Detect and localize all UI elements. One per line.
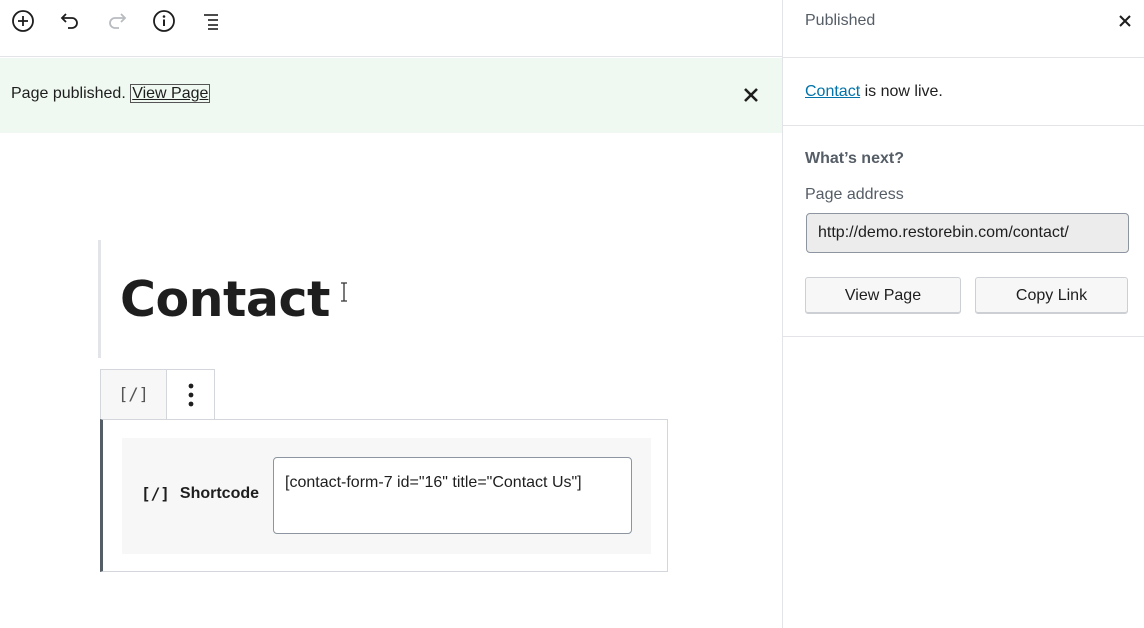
more-options-button[interactable] bbox=[167, 370, 214, 420]
redo-icon bbox=[109, 13, 127, 29]
live-page-link[interactable]: Contact bbox=[805, 83, 860, 100]
post-publish-panel: Published Contact is now live. What’s ne… bbox=[782, 0, 1144, 628]
close-icon bbox=[744, 88, 758, 102]
add-block-icon bbox=[12, 10, 34, 32]
block-type-button[interactable]: [/] bbox=[101, 370, 167, 420]
undo-button[interactable] bbox=[53, 6, 87, 36]
title-block-border bbox=[98, 240, 101, 358]
block-navigation-button[interactable] bbox=[194, 6, 228, 36]
block-toolbar: [/] bbox=[100, 369, 215, 420]
content-info-button[interactable] bbox=[147, 6, 181, 36]
view-page-button[interactable]: View Page bbox=[805, 277, 961, 314]
shortcode-block-icon: [/] bbox=[118, 385, 149, 405]
whats-next-section: What’s next? Page address View Page Copy… bbox=[783, 126, 1144, 337]
page-address-input[interactable] bbox=[806, 213, 1129, 253]
live-status-text: Contact is now live. bbox=[805, 83, 943, 100]
live-status-section: Contact is now live. bbox=[783, 58, 1144, 126]
panel-close-button[interactable] bbox=[1115, 11, 1135, 31]
shortcode-label: [/] Shortcode bbox=[141, 484, 259, 503]
shortcode-icon: [/] bbox=[141, 484, 170, 503]
shortcode-label-text: Shortcode bbox=[179, 484, 260, 502]
whats-next-heading: What’s next? bbox=[805, 150, 904, 167]
editor-area: Page published. View Page Contact [/] [/… bbox=[0, 0, 782, 628]
panel-title: Published bbox=[805, 12, 876, 29]
top-toolbar bbox=[0, 0, 782, 57]
page-address-label: Page address bbox=[805, 186, 904, 203]
outline-icon bbox=[204, 14, 218, 30]
text-cursor-icon bbox=[341, 282, 347, 302]
more-vertical-icon bbox=[188, 383, 193, 407]
close-icon bbox=[1119, 15, 1131, 27]
undo-icon bbox=[60, 13, 78, 29]
shortcode-input[interactable]: [contact-form-7 id="16" title="Contact U… bbox=[273, 457, 632, 534]
page-title[interactable]: Contact bbox=[120, 268, 330, 332]
copy-link-button[interactable]: Copy Link bbox=[975, 277, 1128, 314]
redo-button[interactable] bbox=[100, 6, 134, 36]
panel-header: Published bbox=[783, 0, 1144, 58]
notice-close-button[interactable] bbox=[741, 85, 761, 105]
notice-view-page-link[interactable]: View Page bbox=[130, 84, 211, 103]
info-icon bbox=[153, 10, 175, 32]
notice-message: Page published. View Page bbox=[11, 84, 211, 103]
shortcode-block-inner: [/] Shortcode [contact-form-7 id="16" ti… bbox=[122, 438, 651, 554]
shortcode-block[interactable]: [/] Shortcode [contact-form-7 id="16" ti… bbox=[100, 419, 668, 572]
add-block-button[interactable] bbox=[6, 6, 40, 36]
publish-notice: Page published. View Page bbox=[0, 58, 782, 133]
